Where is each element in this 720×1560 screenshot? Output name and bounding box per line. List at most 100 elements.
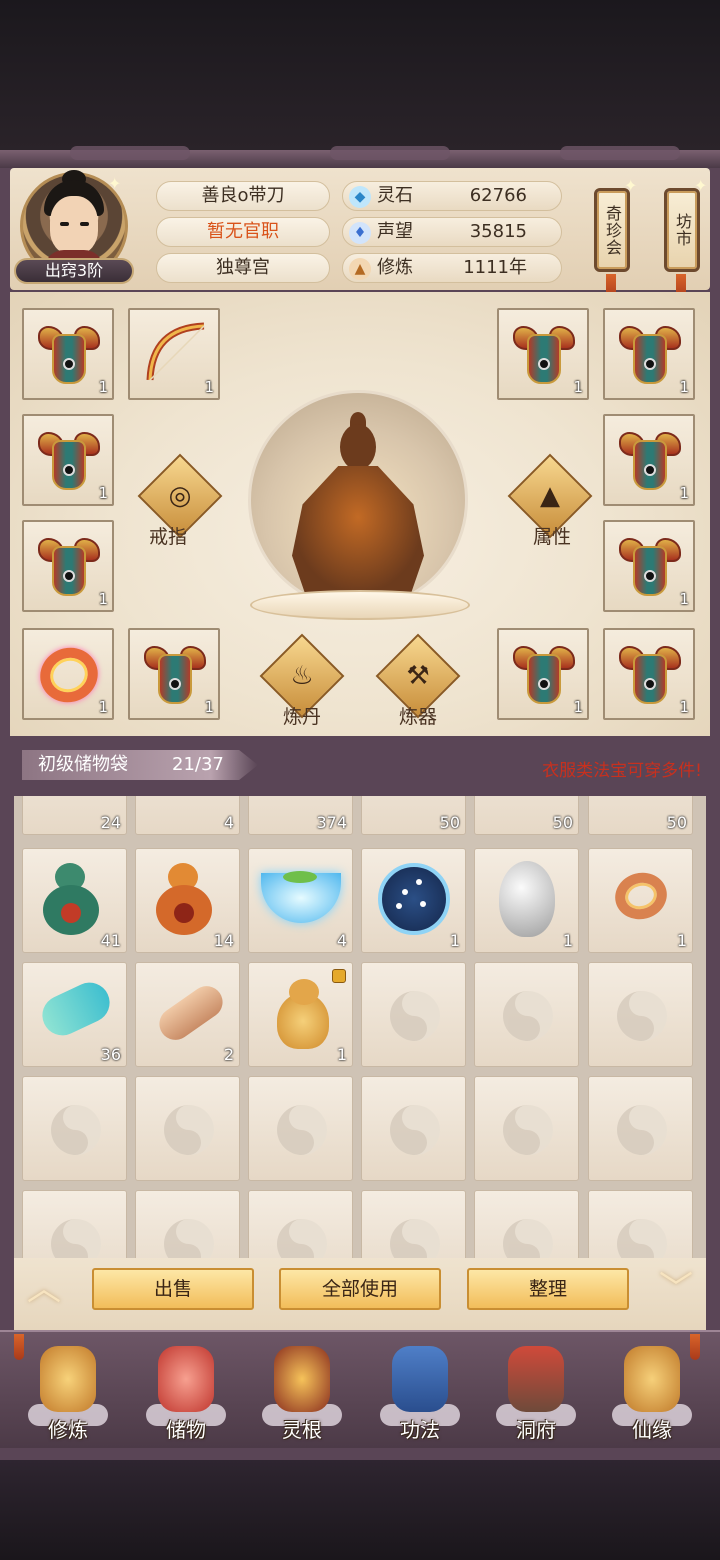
equipment-slot[interactable]: 1	[603, 414, 695, 506]
empty-bag-slot[interactable]	[474, 1190, 579, 1258]
yin-yang-icon	[617, 1105, 667, 1155]
nav-label: 仙缘	[632, 1418, 672, 1442]
treasure-auction-button[interactable]: 奇珍会	[594, 188, 630, 272]
item-count: 1	[336, 1045, 347, 1064]
item-count: 1	[98, 484, 108, 502]
bow-icon	[146, 322, 205, 381]
item-count: 24	[100, 813, 121, 832]
equipment-slot[interactable]: 1	[22, 308, 114, 400]
bag-item-slot[interactable]: 4	[248, 848, 353, 953]
item-count: 1	[204, 698, 214, 716]
bag-item-slot[interactable]: 4	[135, 796, 240, 835]
empty-bag-slot[interactable]	[474, 962, 579, 1067]
official-title[interactable]: 暂无官职	[156, 217, 330, 247]
equipment-slot[interactable]: 1	[603, 628, 695, 720]
item-count: 1	[679, 378, 689, 396]
sect-name[interactable]: 独尊宫	[156, 253, 330, 283]
empty-bag-slot[interactable]	[588, 1076, 693, 1181]
yin-yang-icon	[503, 991, 553, 1041]
use-all-button[interactable]: 全部使用	[279, 1268, 441, 1310]
empty-bag-slot[interactable]	[248, 1076, 353, 1181]
empty-bag-slot[interactable]	[22, 1190, 127, 1258]
item-count: 50	[552, 813, 573, 832]
bag-item-slot[interactable]: 14	[135, 848, 240, 953]
butterfly-icon: ✦	[694, 176, 708, 195]
nav-label: 灵根	[282, 1418, 322, 1442]
empty-bag-slot[interactable]	[474, 1076, 579, 1181]
empty-bag-slot[interactable]	[361, 1076, 466, 1181]
bag-grid[interactable]: 24 4 374 50 50 50 41 14 4 1 1 1 36 2 1	[14, 796, 706, 1258]
scroll-up-arrow-icon[interactable]: ︿	[14, 1272, 74, 1306]
nav-label: 储物	[166, 1418, 206, 1442]
sell-button[interactable]: 出售	[92, 1268, 254, 1310]
yin-yang-icon	[617, 991, 667, 1041]
item-count: 36	[100, 1045, 121, 1064]
bag-item-slot[interactable]: 50	[474, 796, 579, 835]
bag-item-slot[interactable]: 374	[248, 796, 353, 835]
bag-item-slot[interactable]: 41	[22, 848, 127, 953]
organize-button[interactable]: 整理	[467, 1268, 629, 1310]
bag-item-slot[interactable]: 36	[22, 962, 127, 1067]
bag-title: 初级储物袋	[38, 754, 128, 775]
bag-item-slot[interactable]: 50	[361, 796, 466, 835]
gourd-fate-icon	[624, 1346, 680, 1412]
nav-label: 修炼	[48, 1418, 88, 1442]
nav-gourd-fate[interactable]: 仙缘	[602, 1346, 702, 1442]
cauldron-icon: ♨	[290, 661, 314, 691]
equipment-slot[interactable]: 1	[22, 520, 114, 612]
equipment-slot[interactable]: 1	[603, 308, 695, 400]
prestige-stat: ♦ 声望 35815	[342, 217, 562, 247]
nav-cultivator[interactable]: 修炼	[18, 1346, 118, 1442]
cloud-ornament	[70, 146, 190, 160]
item-count: 1	[98, 698, 108, 716]
empty-bag-slot[interactable]	[361, 962, 466, 1067]
nav-label: 洞府	[516, 1418, 556, 1442]
bag-item-slot[interactable]: 1	[248, 962, 353, 1067]
market-button[interactable]: 坊市	[664, 188, 700, 272]
yin-yang-icon	[503, 1219, 553, 1258]
armor-icon	[513, 320, 575, 390]
bag-item-slot[interactable]: 1	[474, 848, 579, 953]
bag-item-slot[interactable]: 24	[22, 796, 127, 835]
avatar-face	[50, 196, 98, 254]
item-count: 1	[679, 698, 689, 716]
scroll-down-arrow-icon[interactable]: ﹀	[646, 1272, 706, 1306]
cave-mansion-icon	[508, 1346, 564, 1412]
pedestal	[250, 590, 470, 620]
nav-spirit-root[interactable]: 灵根	[252, 1346, 352, 1442]
stat-label: 修炼	[377, 257, 413, 278]
item-count: 1	[204, 378, 214, 396]
bag-item-slot[interactable]: 50	[588, 796, 693, 835]
stat-label: 声望	[377, 221, 413, 242]
empty-bag-slot[interactable]	[22, 1076, 127, 1181]
empty-bag-slot[interactable]	[588, 1190, 693, 1258]
cultivator-icon	[40, 1346, 96, 1412]
bag-item-slot[interactable]: 1	[361, 848, 466, 953]
nav-storage-bag[interactable]: 储物	[136, 1346, 236, 1442]
equipment-slot[interactable]: 1	[497, 628, 589, 720]
equipment-slot[interactable]: 1	[603, 520, 695, 612]
empty-bag-slot[interactable]	[361, 1190, 466, 1258]
stat-value: 1111年	[463, 257, 527, 278]
equipment-slot[interactable]: 1	[128, 308, 220, 400]
equipment-slot[interactable]: 1	[497, 308, 589, 400]
stat-value: 62766	[469, 185, 527, 206]
item-count: 50	[666, 813, 687, 832]
armor-icon	[513, 640, 575, 710]
empty-bag-slot[interactable]	[248, 1190, 353, 1258]
avatar-eye	[80, 222, 89, 226]
empty-bag-slot[interactable]	[588, 962, 693, 1067]
nav-cave-mansion[interactable]: 洞府	[486, 1346, 586, 1442]
armor-icon	[144, 640, 206, 710]
bag-item-slot[interactable]: 1	[588, 848, 693, 953]
yin-yang-icon	[277, 1219, 327, 1258]
equipment-slot[interactable]: 1	[128, 628, 220, 720]
nav-manual-book[interactable]: 功法	[370, 1346, 470, 1442]
equipment-slot[interactable]: 1	[22, 414, 114, 506]
player-name: 善良o带刀	[156, 181, 330, 211]
equipment-slot[interactable]: 1	[22, 628, 114, 720]
bottom-area	[0, 1460, 720, 1560]
empty-bag-slot[interactable]	[135, 1076, 240, 1181]
bag-item-slot[interactable]: 2	[135, 962, 240, 1067]
empty-bag-slot[interactable]	[135, 1190, 240, 1258]
